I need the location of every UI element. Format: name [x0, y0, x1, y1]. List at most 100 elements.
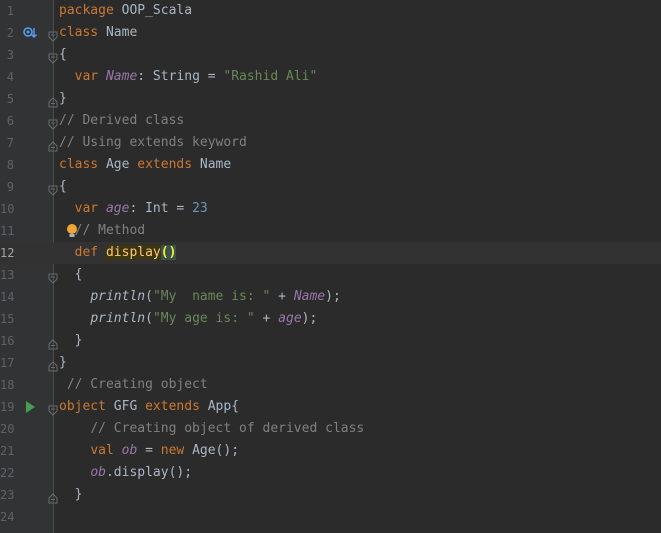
code-token: val: [90, 443, 114, 458]
code-token: age: [278, 311, 302, 326]
code-text[interactable]: def display(): [59, 242, 177, 264]
code-line-6[interactable]: 6 // Derived class: [0, 110, 661, 132]
code-text[interactable]: val ob = new Age();: [59, 440, 239, 462]
code-line-10[interactable]: 10 var age: Int = 23: [0, 198, 661, 220]
code-text[interactable]: class Age extends Name: [59, 154, 231, 176]
code-line-11[interactable]: 11 // Method: [0, 220, 661, 242]
run-icon[interactable]: [22, 399, 38, 415]
line-number[interactable]: 3: [0, 44, 14, 66]
code-text[interactable]: class Name: [59, 22, 137, 44]
fold-expand-icon[interactable]: [48, 49, 58, 64]
line-number[interactable]: 21: [0, 440, 14, 462]
fold-collapse-icon[interactable]: [48, 93, 58, 108]
code-line-13[interactable]: 13 {: [0, 264, 661, 286]
line-number[interactable]: 2: [0, 22, 14, 44]
code-text[interactable]: // Derived class: [59, 110, 184, 132]
line-number[interactable]: 17: [0, 352, 14, 374]
code-token: // Derived class: [59, 113, 185, 128]
line-number[interactable]: 14: [0, 286, 14, 308]
code-line-3[interactable]: 3{: [0, 44, 661, 66]
code-text[interactable]: {: [59, 264, 83, 286]
code-line-5[interactable]: 5}: [0, 88, 661, 110]
code-text[interactable]: package OOP_Scala: [59, 0, 192, 22]
line-number[interactable]: 12: [0, 242, 14, 264]
code-token: extends: [145, 399, 200, 414]
code-line-21[interactable]: 21 val ob = new Age();: [0, 440, 661, 462]
code-line-15[interactable]: 15 println("My age is: " + age);: [0, 308, 661, 330]
code-text[interactable]: ob.display();: [59, 462, 192, 484]
code-line-1[interactable]: 1 package OOP_Scala: [0, 0, 661, 22]
line-number[interactable]: 4: [0, 66, 14, 88]
code-editor[interactable]: 1 package OOP_Scala 2 class Name 3{4 var Nam…: [0, 0, 661, 533]
code-token: =: [137, 443, 161, 458]
fold-expand-icon[interactable]: [48, 269, 58, 284]
line-number[interactable]: 1: [0, 0, 14, 22]
line-number[interactable]: 16: [0, 330, 14, 352]
line-number[interactable]: 8: [0, 154, 14, 176]
line-number[interactable]: 7: [0, 132, 14, 154]
code-line-8[interactable]: 8 class Age extends Name: [0, 154, 661, 176]
code-text[interactable]: }: [59, 484, 83, 506]
fold-collapse-icon[interactable]: [48, 357, 58, 372]
line-number[interactable]: 11: [0, 220, 14, 242]
code-line-9[interactable]: 9{: [0, 176, 661, 198]
code-text[interactable]: // Creating object: [59, 374, 208, 396]
code-token: "Rashid Ali": [223, 69, 318, 84]
fold-collapse-icon[interactable]: [48, 489, 58, 504]
line-number[interactable]: 19: [0, 396, 14, 418]
code-token: 23: [192, 201, 208, 216]
code-line-14[interactable]: 14 println("My name is: " + Name);: [0, 286, 661, 308]
line-number[interactable]: 10: [0, 198, 14, 220]
code-line-16[interactable]: 16 }: [0, 330, 661, 352]
fold-collapse-icon[interactable]: [48, 335, 58, 350]
line-number[interactable]: 18: [0, 374, 14, 396]
code-text[interactable]: }: [59, 330, 83, 352]
code-text[interactable]: var Name: String = "Rashid Ali": [59, 66, 318, 88]
override-indicator-icon[interactable]: [22, 25, 38, 41]
code-token: {: [59, 179, 67, 194]
code-text[interactable]: {: [59, 44, 67, 66]
line-number[interactable]: 15: [0, 308, 14, 330]
line-number[interactable]: 22: [0, 462, 14, 484]
code-line-23[interactable]: 23 }: [0, 484, 661, 506]
code-token: println: [90, 311, 146, 326]
code-token: Name: [192, 157, 232, 172]
code-text[interactable]: println("My age is: " + age);: [59, 308, 317, 330]
code-text[interactable]: println("My name is: " + Name);: [59, 286, 340, 308]
fold-expand-icon[interactable]: [48, 181, 58, 196]
code-line-24[interactable]: 24: [0, 506, 661, 528]
code-text[interactable]: {: [59, 176, 67, 198]
code-line-22[interactable]: 22 ob.display();: [0, 462, 661, 484]
fold-collapse-icon[interactable]: [48, 137, 58, 152]
fold-expand-icon[interactable]: [48, 115, 58, 130]
line-number[interactable]: 20: [0, 418, 14, 440]
line-number[interactable]: 9: [0, 176, 14, 198]
code-line-20[interactable]: 20 // Creating object of derived class: [0, 418, 661, 440]
code-text[interactable]: var age: Int = 23: [59, 198, 208, 220]
code-line-4[interactable]: 4 var Name: String = "Rashid Ali": [0, 66, 661, 88]
code-text[interactable]: }: [59, 352, 67, 374]
fold-expand-icon[interactable]: [48, 401, 58, 416]
code-text[interactable]: // Method: [59, 220, 145, 242]
code-text[interactable]: // Using extends keyword: [59, 132, 247, 154]
code-text[interactable]: object GFG extends App{: [59, 396, 239, 418]
code-line-2[interactable]: 2 class Name: [0, 22, 661, 44]
code-text[interactable]: // Creating object of derived class: [59, 418, 364, 440]
code-line-7[interactable]: 7 // Using extends keyword: [0, 132, 661, 154]
fold-expand-icon[interactable]: [48, 27, 58, 42]
line-number[interactable]: 5: [0, 88, 14, 110]
line-number[interactable]: 23: [0, 484, 14, 506]
line-number[interactable]: 6: [0, 110, 14, 132]
code-text[interactable]: }: [59, 88, 67, 110]
code-line-19[interactable]: 19 object GFG extends App{: [0, 396, 661, 418]
code-token: Age: [98, 157, 138, 172]
code-line-18[interactable]: 18 // Creating object: [0, 374, 661, 396]
line-number[interactable]: 13: [0, 264, 14, 286]
code-line-12[interactable]: 12 def display(): [0, 242, 661, 264]
code-line-17[interactable]: 17}: [0, 352, 661, 374]
line-number[interactable]: 24: [0, 506, 14, 528]
